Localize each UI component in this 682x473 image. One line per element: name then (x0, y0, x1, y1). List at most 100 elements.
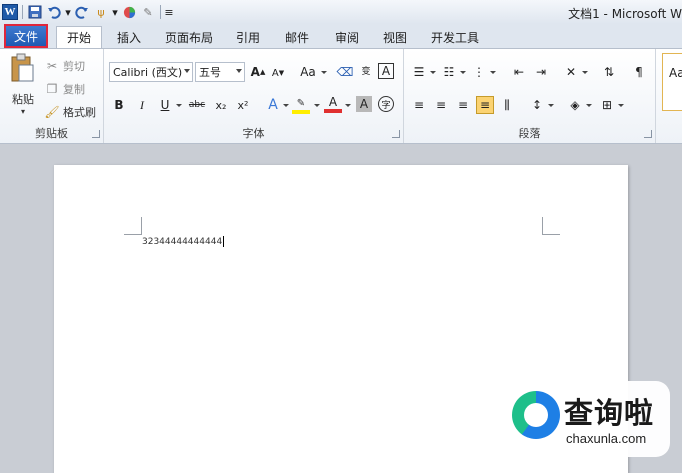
subscript-button[interactable]: x₂ (212, 96, 230, 114)
align-right-button[interactable]: ≡ (454, 96, 472, 114)
copy-label: 复制 (63, 83, 85, 96)
underline-icon: U (160, 98, 170, 112)
chevron-down-icon (184, 69, 190, 73)
superscript-icon: x² (237, 98, 249, 112)
color-wheel-icon[interactable] (121, 4, 137, 20)
bullets-dropdown-icon[interactable] (430, 71, 436, 74)
change-case-icon: Aa (300, 65, 316, 79)
style-preview-box[interactable]: Aa (662, 53, 682, 111)
superscript-button[interactable]: x² (234, 96, 252, 114)
paragraph-dialog-launcher[interactable] (644, 130, 652, 138)
align-center-button[interactable]: ≡ (432, 96, 450, 114)
tab-review[interactable]: 审阅 (327, 26, 367, 48)
change-case-button[interactable]: Aa (296, 63, 320, 81)
numbering-button[interactable]: ☷ (440, 63, 458, 81)
tab-mailings[interactable]: 邮件 (277, 26, 317, 48)
increase-indent-icon: ⇥ (535, 65, 547, 79)
redo-icon[interactable] (74, 4, 90, 20)
show-marks-button[interactable]: ¶ (630, 63, 648, 81)
font-family-combo[interactable]: Calibri (西文) (109, 62, 193, 82)
line-spacing-dropdown-icon[interactable] (548, 104, 554, 107)
multilevel-list-button[interactable]: ⋮ (470, 63, 488, 81)
tab-insert[interactable]: 插入 (108, 26, 150, 48)
borders-button[interactable]: ⊞ (598, 96, 616, 114)
font-size-combo[interactable]: 五号 (195, 62, 245, 82)
customize-qat-icon[interactable]: ≡ (164, 4, 173, 20)
highlight-button[interactable]: ✎ (292, 96, 310, 114)
line-spacing-button[interactable]: ↕ (528, 96, 546, 114)
decrease-indent-button[interactable]: ⇤ (510, 63, 528, 81)
sort-button[interactable]: ⇅ (600, 63, 618, 81)
text-effects-dropdown-icon[interactable] (283, 104, 289, 107)
font-group: Calibri (西文) 五号 A ▲ A ▼ Aa ⌫ 变 A B I U abc… (104, 49, 404, 143)
character-border-button[interactable]: A (378, 63, 394, 79)
shading-button[interactable]: ◈ (566, 96, 584, 114)
enclose-characters-button[interactable]: 字 (378, 96, 394, 112)
paste-label: 粘贴 (12, 93, 34, 106)
align-center-icon: ≡ (435, 98, 447, 112)
save-icon[interactable] (27, 4, 43, 20)
change-case-dropdown-icon[interactable] (321, 71, 327, 74)
italic-button[interactable]: I (133, 96, 151, 114)
tab-home[interactable]: 开始 (56, 26, 102, 48)
tool-dropdown-icon[interactable]: ▾ (112, 4, 118, 20)
justify-button[interactable]: ≡ (476, 96, 494, 114)
margin-corner-top-left (124, 217, 142, 235)
increase-indent-button[interactable]: ⇥ (532, 63, 550, 81)
tab-view[interactable]: 视图 (375, 26, 415, 48)
shading-dropdown-icon[interactable] (586, 104, 592, 107)
bold-button[interactable]: B (110, 96, 128, 114)
font-color-button[interactable]: A (324, 95, 342, 113)
watermark-url-text: chaxunla.com (566, 431, 647, 446)
word-app-icon[interactable]: W (2, 4, 18, 20)
custom-tool-icon[interactable]: ψ (93, 4, 109, 20)
strikethrough-button[interactable]: abc (186, 96, 208, 114)
tab-developer[interactable]: 开发工具 (424, 26, 486, 48)
phonetic-guide-icon: 变 (361, 67, 371, 77)
chevron-down-icon (236, 69, 242, 73)
chinese-layout-button[interactable]: ✕ (562, 63, 580, 81)
font-group-label: 字体 (242, 127, 265, 140)
tab-page-layout[interactable]: 页面布局 (158, 26, 220, 48)
cut-button[interactable]: ✂ 剪切 (44, 58, 85, 74)
document-text[interactable]: 32344444444444 (142, 236, 225, 247)
font-dialog-launcher[interactable] (392, 130, 400, 138)
paste-button[interactable]: 粘贴 ▾ (8, 53, 38, 117)
character-shading-icon: A (359, 97, 369, 111)
copy-button[interactable]: ❐ 复制 (44, 81, 85, 97)
numbering-icon: ☷ (443, 65, 455, 79)
ribbon-tab-bar: 文件 开始 插入 页面布局 引用 邮件 审阅 视图 开发工具 (0, 24, 682, 48)
shrink-font-button[interactable]: A ▼ (269, 64, 287, 82)
bullets-button[interactable]: ☰ (410, 63, 428, 81)
highlight-dropdown-icon[interactable] (314, 104, 320, 107)
distributed-button[interactable]: ⫼ (498, 96, 516, 114)
strikethrough-icon: abc (188, 100, 206, 110)
character-shading-button[interactable]: A (356, 96, 372, 112)
sort-icon: ⇅ (603, 65, 615, 79)
undo-icon[interactable] (46, 4, 62, 20)
font-color-dropdown-icon[interactable] (345, 104, 351, 107)
borders-dropdown-icon[interactable] (618, 104, 624, 107)
clipboard-dialog-launcher[interactable] (92, 130, 100, 138)
bullets-icon: ☰ (413, 65, 425, 79)
numbering-dropdown-icon[interactable] (460, 71, 466, 74)
enclose-characters-icon: 字 (381, 100, 391, 111)
line-spacing-icon: ↕ (531, 98, 543, 112)
underline-dropdown-icon[interactable] (176, 104, 182, 107)
underline-button[interactable]: U (156, 96, 174, 114)
align-left-button[interactable]: ≡ (410, 96, 428, 114)
multilevel-list-dropdown-icon[interactable] (490, 71, 496, 74)
tab-file[interactable]: 文件 (4, 24, 48, 48)
undo-dropdown-icon[interactable]: ▾ (65, 4, 71, 20)
draw-tool-icon[interactable]: ✎ (140, 4, 156, 20)
chinese-layout-dropdown-icon[interactable] (582, 71, 588, 74)
clear-formatting-button[interactable]: ⌫ (336, 63, 354, 81)
grow-font-button[interactable]: A ▲ (249, 63, 267, 81)
phonetic-guide-button[interactable]: 变 (357, 63, 375, 81)
window-title: 文档1 - Microsoft W (568, 7, 682, 21)
tab-references[interactable]: 引用 (228, 26, 268, 48)
clipboard-group-label: 剪贴板 (35, 127, 68, 140)
format-painter-button[interactable]: 🖌 格式刷 (44, 104, 96, 120)
text-effects-button[interactable]: A (264, 96, 282, 114)
qat-separator (22, 5, 23, 19)
